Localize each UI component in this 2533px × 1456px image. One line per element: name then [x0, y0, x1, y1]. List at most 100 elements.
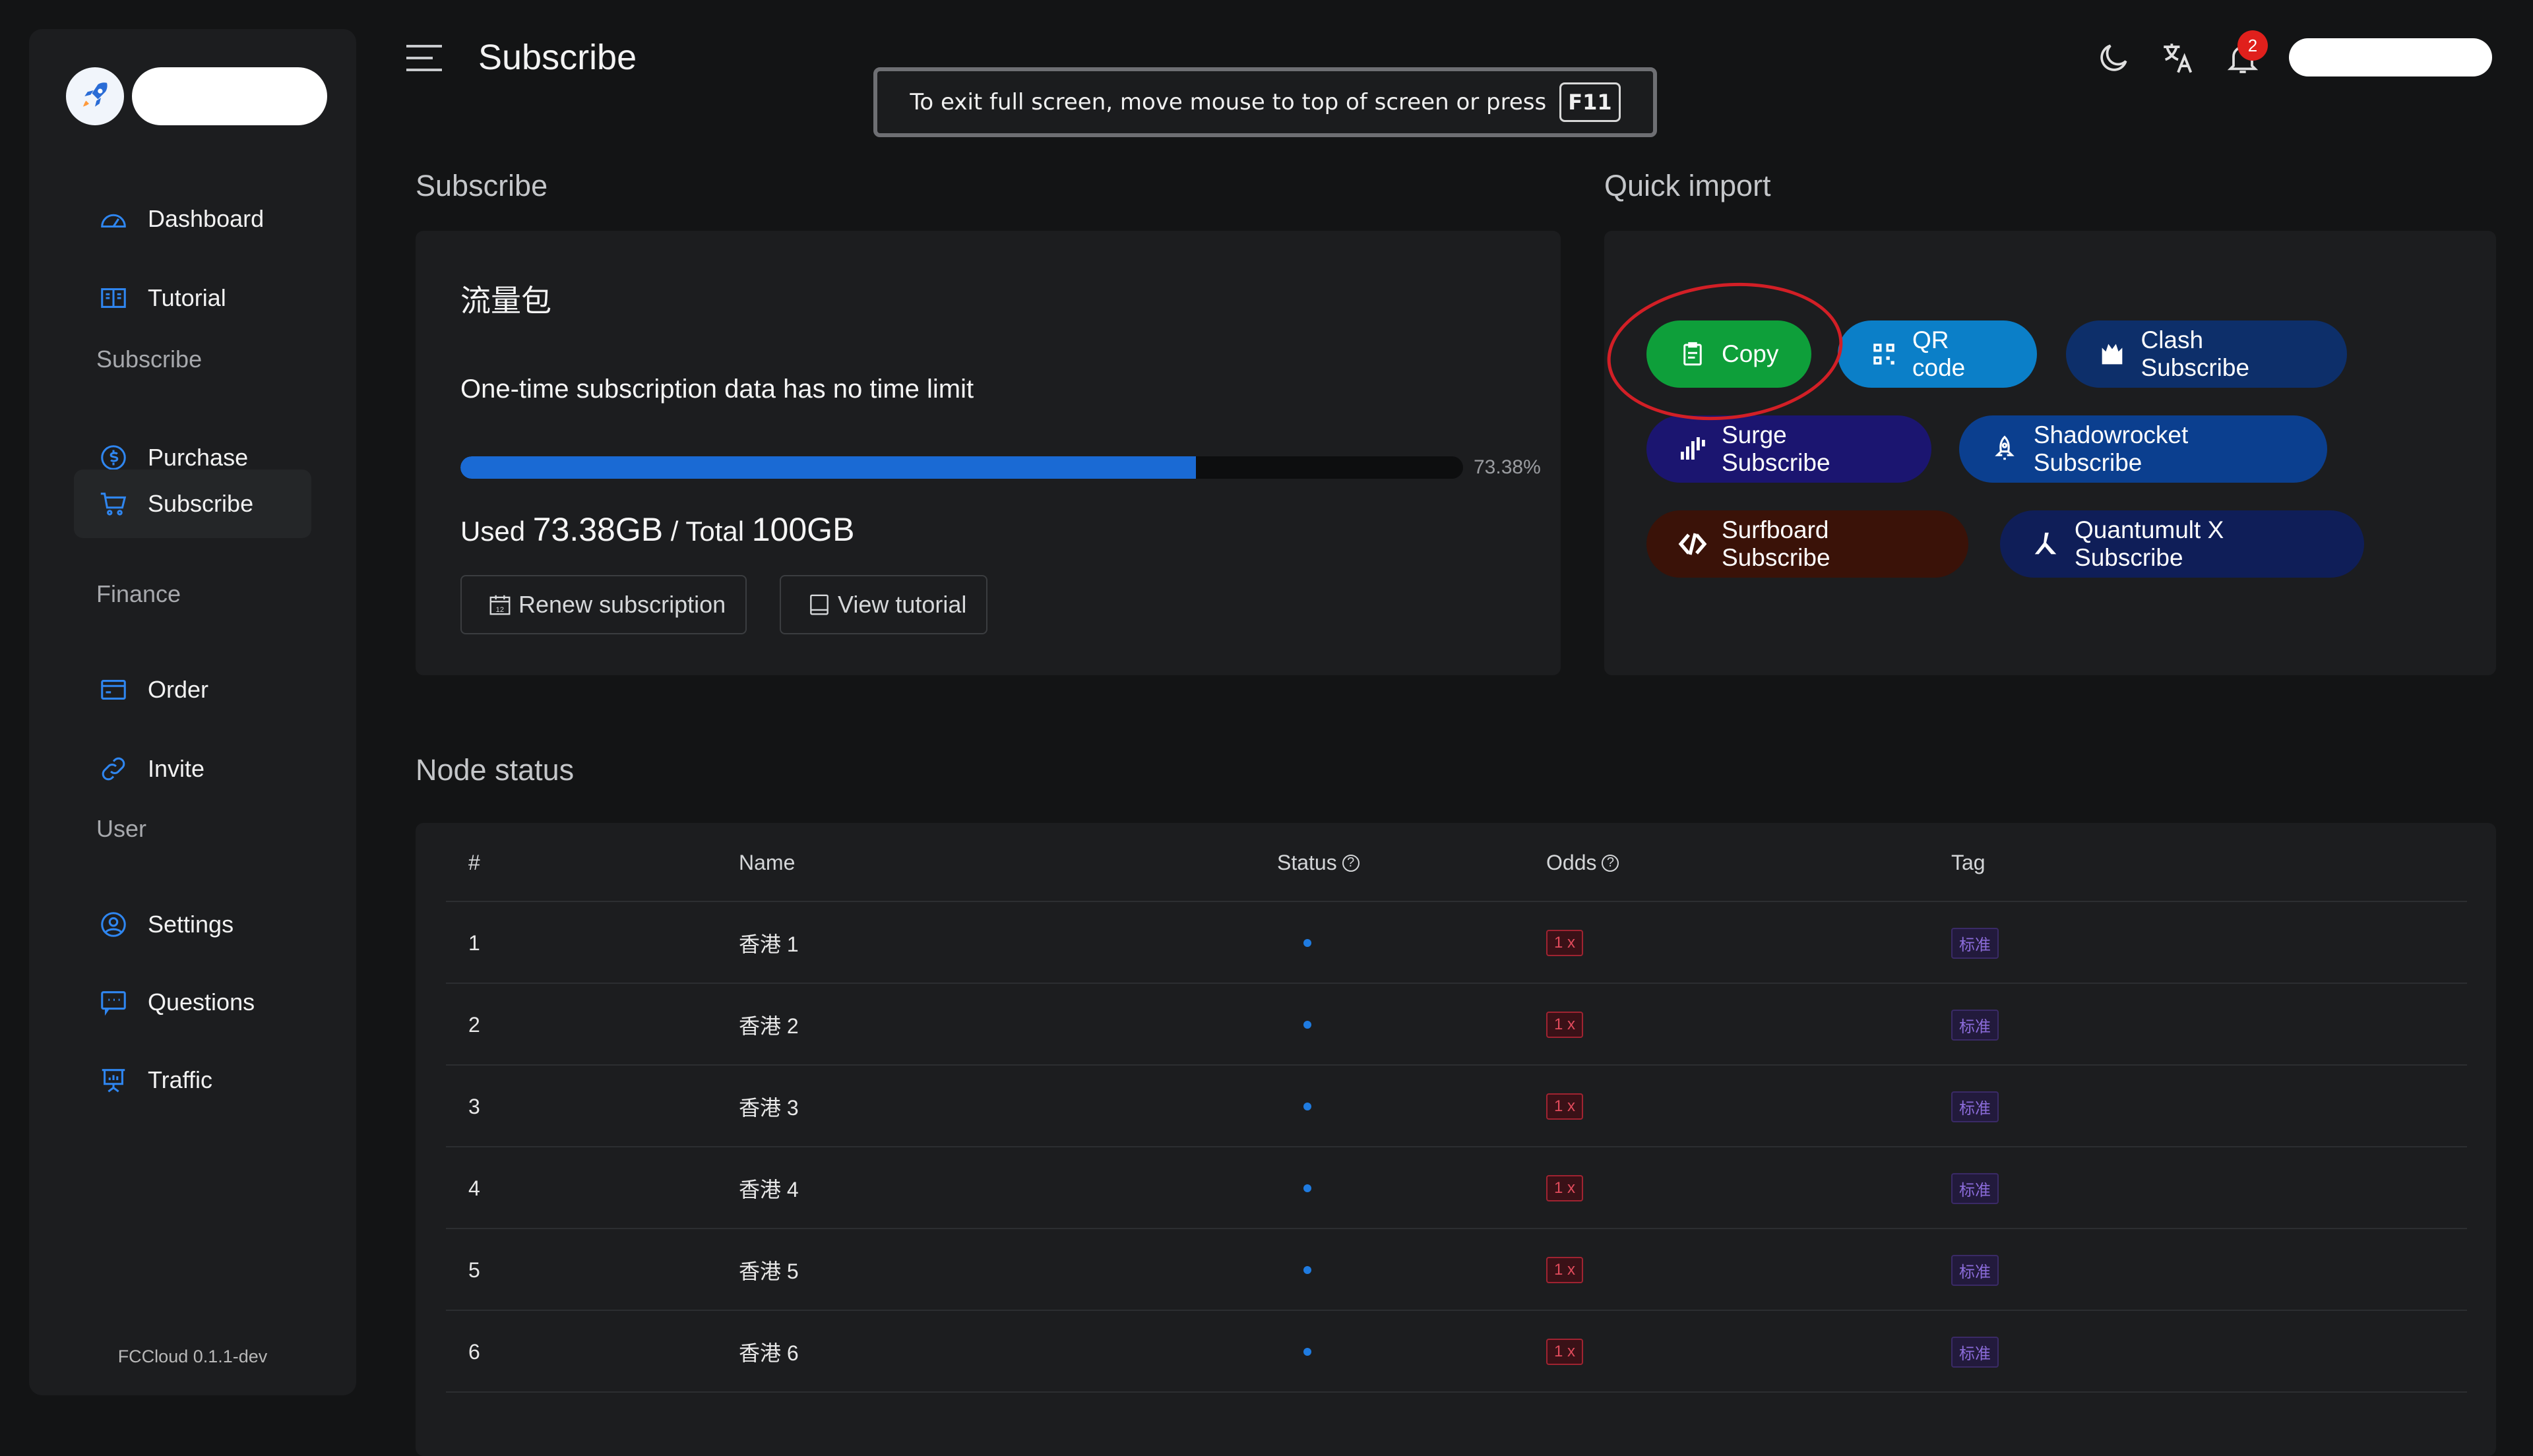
usage-progress-fill	[460, 456, 1197, 479]
column-header-odds: Odds?	[1546, 851, 1619, 875]
node-name: 香港 6	[739, 1341, 799, 1365]
sidebar-item-subscribe[interactable]: Subscribe	[74, 470, 311, 538]
node-status	[1303, 902, 1311, 984]
odds-tag: 1 x	[1546, 1012, 1584, 1038]
standard-tag: 标准	[1951, 1254, 1999, 1286]
node-status-section-title: Node status	[416, 753, 575, 787]
node-number: 4	[468, 1176, 480, 1200]
notification-badge: 2	[2237, 30, 2268, 61]
sidebar-item-order[interactable]: Order	[74, 655, 311, 724]
node-odds: 1 x	[1546, 1066, 1584, 1147]
odds-tag: 1 x	[1546, 1339, 1584, 1365]
presentation-icon	[96, 1063, 131, 1097]
node-number: 3	[468, 1094, 480, 1118]
user-circle-icon	[96, 907, 131, 942]
used-value: 73.38GB	[532, 511, 664, 548]
sidebar-item-questions[interactable]: Questions	[74, 968, 311, 1037]
node-name: 香港 4	[739, 1178, 799, 1201]
table-row-partial	[446, 1391, 2467, 1456]
status-dot	[1303, 939, 1311, 947]
usage-progress-bar	[460, 456, 1463, 479]
cart-icon	[96, 487, 131, 521]
odds-tag: 1 x	[1546, 1093, 1584, 1120]
clash-subscribe-label: Clash Subscribe	[2141, 326, 2250, 381]
node-name: 香港 3	[739, 1096, 799, 1120]
tablet-icon	[806, 592, 832, 618]
sidebar-item-traffic[interactable]: Traffic	[74, 1046, 311, 1114]
column-header-number: #	[468, 851, 480, 875]
sidebar-item-label: Settings	[148, 911, 234, 938]
calendar-icon: 12	[487, 592, 513, 618]
table-row: 6 香港 6 1 x 标准	[446, 1310, 2467, 1393]
node-name: 香港 1	[739, 932, 799, 956]
user-menu-redacted[interactable]	[2289, 38, 2492, 76]
table-row: 3 香港 3 1 x 标准	[446, 1064, 2467, 1147]
menu-icon[interactable]	[405, 44, 443, 73]
standard-tag: 标准	[1951, 1009, 1999, 1041]
status-dot	[1303, 1103, 1311, 1110]
qr-code-button[interactable]: QR code	[1838, 320, 2037, 388]
sidebar-item-label: Invite	[148, 755, 205, 782]
surfboard-subscribe-button[interactable]: Surfboard Subscribe	[1646, 510, 1968, 578]
node-number: 5	[468, 1258, 480, 1282]
column-header-label: Odds	[1546, 851, 1597, 874]
dashboard-icon	[96, 202, 131, 236]
renew-subscription-label: Renew subscription	[518, 591, 726, 618]
quantumult-x-subscribe-button[interactable]: Quantumult X Subscribe	[2000, 510, 2364, 578]
surge-subscribe-label: Surge Subscribe	[1722, 421, 1830, 476]
sidebar-item-invite[interactable]: Invite	[74, 735, 311, 803]
sidebar-section-finance: Finance	[96, 580, 181, 607]
sidebar-item-label: Dashboard	[148, 205, 265, 232]
column-header-label: Status	[1277, 851, 1337, 874]
usage-summary: Used 73.38GB / Total 100GB	[460, 510, 854, 549]
surfboard-subscribe-label: Surfboard Subscribe	[1722, 516, 1830, 571]
qrcode-icon	[1868, 338, 1899, 370]
status-dot	[1303, 1021, 1311, 1029]
node-odds: 1 x	[1546, 1311, 1584, 1393]
column-header-name: Name	[739, 851, 795, 875]
node-status	[1303, 1229, 1311, 1311]
table-row: 2 香港 2 1 x 标准	[446, 983, 2467, 1066]
column-header-label: Tag	[1951, 851, 1986, 874]
status-dot	[1303, 1184, 1311, 1192]
page-title: Subscribe	[478, 38, 637, 77]
help-icon[interactable]: ?	[1602, 854, 1619, 872]
subscribe-section-title: Subscribe	[416, 169, 548, 202]
renew-subscription-button[interactable]: 12 Renew subscription	[460, 575, 747, 634]
standard-tag: 标准	[1951, 1091, 1999, 1122]
standard-tag: 标准	[1951, 1172, 1999, 1204]
node-odds: 1 x	[1546, 1147, 1584, 1229]
shadowrocket-subscribe-button[interactable]: Shadowrocket Subscribe	[1959, 415, 2327, 483]
rocket-logo-icon	[66, 67, 124, 125]
clash-subscribe-button[interactable]: Clash Subscribe	[2066, 320, 2347, 388]
column-header-status: Status?	[1277, 851, 1360, 875]
qr-code-label: QR code	[1912, 326, 1966, 381]
surge-icon	[1677, 433, 1708, 465]
sidebar-item-tutorial[interactable]: Tutorial	[74, 264, 311, 332]
node-tag: 标准	[1951, 1066, 1999, 1147]
svg-text:12: 12	[496, 606, 504, 614]
sidebar-section-user: User	[96, 815, 147, 842]
fullscreen-notice-text: To exit full screen, move mouse to top o…	[910, 89, 1547, 115]
plan-description: One-time subscription data has no time l…	[460, 375, 974, 404]
moon-icon[interactable]	[2092, 37, 2135, 79]
view-tutorial-button[interactable]: View tutorial	[780, 575, 988, 634]
surge-subscribe-button[interactable]: Surge Subscribe	[1646, 415, 1931, 483]
odds-tag: 1 x	[1546, 1175, 1584, 1201]
status-dot	[1303, 1266, 1311, 1274]
shadowrocket-subscribe-label: Shadowrocket Subscribe	[2033, 421, 2189, 476]
sidebar-item-settings[interactable]: Settings	[74, 890, 311, 959]
total-prefix: / Total	[670, 516, 745, 547]
sidebar-item-dashboard[interactable]: Dashboard	[74, 185, 311, 253]
chat-icon	[96, 985, 131, 1019]
rocket-icon	[1989, 433, 2020, 465]
card-icon	[96, 673, 131, 707]
node-tag: 标准	[1951, 1311, 1999, 1393]
translate-icon[interactable]	[2157, 37, 2199, 79]
sidebar-item-label: Subscribe	[148, 490, 254, 517]
quick-import-section-title: Quick import	[1604, 169, 1771, 202]
node-status-table: # Name Status? Odds? Tag 1 香港 1 1 x 标准 2…	[416, 823, 2496, 1456]
sidebar: Dashboard Tutorial Subscribe Purchase Su…	[29, 29, 356, 1395]
help-icon[interactable]: ?	[1342, 854, 1360, 872]
brand[interactable]	[66, 63, 327, 129]
